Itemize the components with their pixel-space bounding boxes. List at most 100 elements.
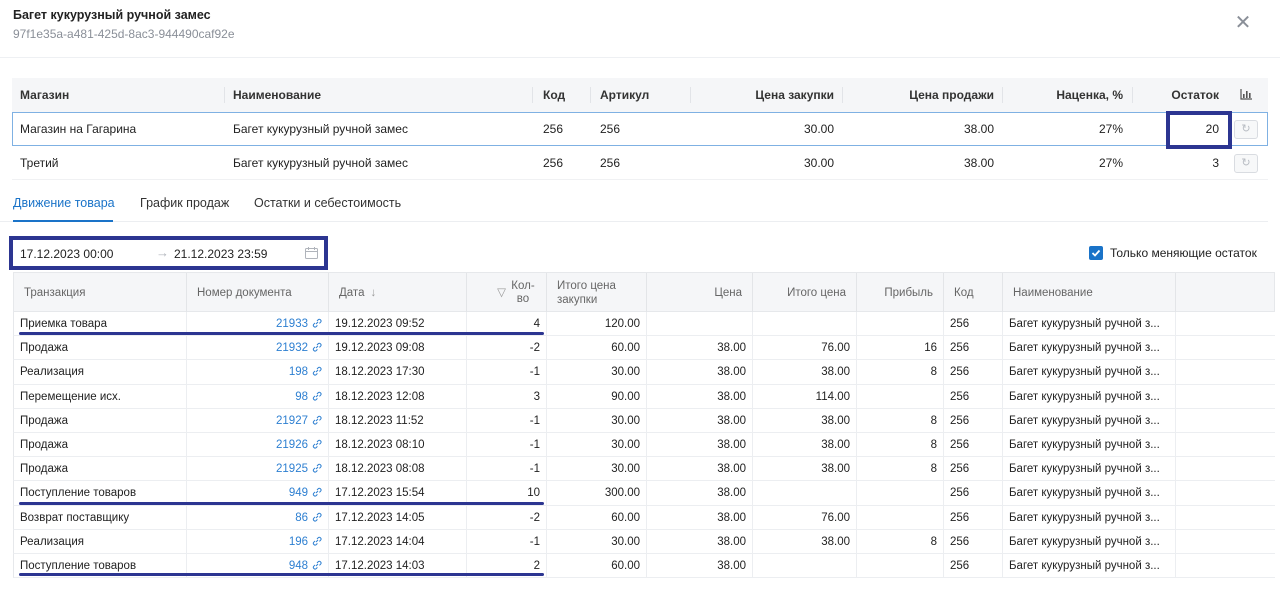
tab-movement[interactable]: Движение товара: [13, 196, 115, 210]
store-name: Третий: [20, 156, 59, 170]
cell-doc-number[interactable]: 98: [187, 384, 329, 409]
refresh-icon[interactable]: ↻: [1234, 154, 1258, 173]
cell-doc-number[interactable]: 21925: [187, 457, 329, 482]
table-row[interactable]: Перемещение исх. 98 18.12.2023 12:08 3 90.00…: [13, 384, 1275, 409]
cell-total-price: [753, 553, 857, 578]
col-total-buy[interactable]: Итого цена закупки: [547, 273, 647, 313]
table-row[interactable]: Реализация 196 17.12.2023 14:04 -1 30.00 38.0…: [13, 529, 1275, 554]
close-icon[interactable]: ✕: [1232, 12, 1254, 34]
date-range-picker[interactable]: 17.12.2023 00:00 → 21.12.2023 23:59: [9, 236, 328, 270]
doc-link[interactable]: 196: [289, 536, 308, 548]
active-tab-indicator: [13, 220, 113, 222]
doc-link[interactable]: 948: [289, 560, 308, 572]
product-code: 256: [543, 156, 564, 170]
col-article: Артикул: [600, 88, 650, 102]
table-row[interactable]: Продажа 21932 19.12.2023 09:08 -2 60.00 38.00…: [13, 336, 1275, 361]
link-icon[interactable]: [312, 415, 322, 425]
cell-name: Багет кукурузный ручной з...: [1003, 432, 1176, 457]
table-row[interactable]: Возврат поставщику 86 17.12.2023 14:05 -2 60…: [13, 505, 1275, 530]
stock-value[interactable]: 3: [1142, 146, 1219, 180]
table-row[interactable]: Продажа 21927 18.12.2023 11:52 -1 30.00 38.00…: [13, 408, 1275, 433]
cell-qty: -1: [467, 457, 547, 482]
cell-doc-number[interactable]: 21927: [187, 408, 329, 433]
table-row[interactable]: Продажа 21926 18.12.2023 08:10 -1 30.00 38.00…: [13, 432, 1275, 458]
tab-stock-cost[interactable]: Остатки и себестоимость: [254, 196, 401, 210]
store-row[interactable]: Магазин на Гагарина Багет кукурузный руч…: [12, 112, 1268, 146]
cell-price: 38.00: [647, 553, 753, 578]
cell-profit: [857, 312, 944, 336]
markup: 27%: [1098, 156, 1123, 170]
col-price[interactable]: Цена: [647, 273, 753, 313]
col-code[interactable]: Код: [944, 273, 1003, 313]
doc-link[interactable]: 21925: [276, 463, 308, 475]
col-qty[interactable]: ▽ Кол-во: [467, 273, 547, 313]
cell-qty: -1: [467, 529, 547, 554]
cell-transaction: Реализация: [14, 529, 187, 554]
markup: 27%: [1098, 122, 1123, 136]
link-icon[interactable]: [312, 318, 322, 328]
cell-price: 38.00: [647, 481, 753, 506]
doc-link[interactable]: 98: [295, 391, 308, 403]
chart-icon[interactable]: [1240, 89, 1252, 100]
link-icon[interactable]: [312, 560, 322, 570]
doc-link[interactable]: 21933: [276, 318, 308, 330]
date-from-input[interactable]: 17.12.2023 00:00: [20, 247, 113, 261]
cell-code: 256: [944, 457, 1003, 482]
cell-date: 18.12.2023 17:30: [329, 360, 467, 385]
cell-code: 256: [944, 529, 1003, 554]
checkbox[interactable]: [1089, 246, 1103, 260]
cell-total-buy: 30.00: [547, 457, 647, 482]
link-icon[interactable]: [312, 342, 322, 352]
cell-doc-number[interactable]: 21926: [187, 432, 329, 457]
link-icon[interactable]: [312, 487, 322, 497]
cell-profit: 8: [857, 529, 944, 554]
cell-date: 17.12.2023 14:05: [329, 505, 467, 530]
doc-link[interactable]: 86: [295, 512, 308, 524]
link-icon[interactable]: [312, 512, 322, 522]
link-icon[interactable]: [312, 391, 322, 401]
cell-name: Багет кукурузный ручной з...: [1003, 312, 1176, 336]
calendar-icon[interactable]: [305, 247, 318, 259]
cell-doc-number[interactable]: 196: [187, 529, 329, 554]
cell-doc-number[interactable]: 198: [187, 360, 329, 385]
stock-highlight-annotation: [1166, 111, 1232, 149]
cell-doc-number[interactable]: 21932: [187, 336, 329, 361]
tab-sales-chart[interactable]: График продаж: [140, 196, 229, 210]
cell-qty: -1: [467, 360, 547, 385]
cell-price: 38.00: [647, 529, 753, 554]
col-date[interactable]: Дата ↓: [329, 273, 467, 313]
cell-code: 256: [944, 481, 1003, 506]
store-row[interactable]: Третий Багет кукурузный ручной замес 256…: [12, 146, 1268, 180]
cell-total-price: 76.00: [753, 505, 857, 530]
col-transaction[interactable]: Транзакция: [14, 273, 187, 313]
cell-qty: -2: [467, 505, 547, 530]
link-icon[interactable]: [312, 439, 322, 449]
cell-date: 18.12.2023 08:08: [329, 457, 467, 482]
arrow-right-icon: →: [156, 245, 169, 260]
doc-link[interactable]: 21932: [276, 342, 308, 354]
link-icon[interactable]: [312, 536, 322, 546]
doc-link[interactable]: 198: [289, 366, 308, 378]
doc-link[interactable]: 21926: [276, 439, 308, 451]
doc-link[interactable]: 949: [289, 487, 308, 499]
date-to-input[interactable]: 21.12.2023 23:59: [174, 247, 267, 261]
cell-total-buy: 60.00: [547, 553, 647, 578]
col-total-price[interactable]: Итого цена: [753, 273, 857, 313]
table-row[interactable]: Реализация 198 18.12.2023 17:30 -1 30.00 38.0…: [13, 360, 1275, 385]
table-row[interactable]: Продажа 21925 18.12.2023 08:08 -1 30.00 38.00…: [13, 457, 1275, 482]
refresh-icon[interactable]: ↻: [1234, 120, 1258, 139]
buy-price: 30.00: [803, 156, 834, 170]
col-doc-number[interactable]: Номер документа: [187, 273, 329, 313]
filter-icon[interactable]: ▽: [497, 287, 506, 300]
sort-down-icon[interactable]: ↓: [370, 287, 376, 299]
link-icon[interactable]: [312, 366, 322, 376]
cell-price: 38.00: [647, 408, 753, 433]
cell-date: 17.12.2023 14:04: [329, 529, 467, 554]
link-icon[interactable]: [312, 463, 322, 473]
col-name[interactable]: Наименование: [1003, 273, 1176, 313]
cell-doc-number[interactable]: 86: [187, 505, 329, 530]
cell-qty: -1: [467, 432, 547, 457]
doc-link[interactable]: 21927: [276, 415, 308, 427]
cell-name: Багет кукурузный ручной з...: [1003, 408, 1176, 433]
col-profit[interactable]: Прибыль: [857, 273, 944, 313]
